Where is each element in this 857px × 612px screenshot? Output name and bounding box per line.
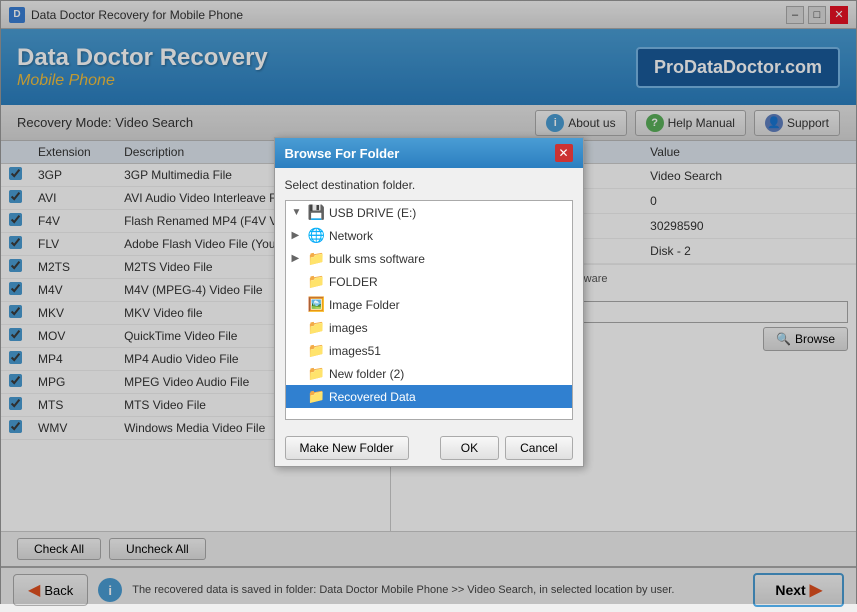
folder-icon: 💾 — [308, 204, 325, 221]
tree-item-label: New folder (2) — [329, 367, 404, 381]
folder-icon: 🖼️ — [308, 296, 325, 313]
list-item[interactable]: 📁 images51 — [286, 339, 572, 362]
dialog-footer: Make New Folder OK Cancel — [275, 430, 583, 466]
ok-button[interactable]: OK — [440, 436, 499, 460]
dialog-body: Select destination folder. ▼ 💾 USB DRIVE… — [275, 168, 583, 430]
list-item[interactable]: 📁 New folder (2) — [286, 362, 572, 385]
list-item[interactable]: 🖼️ Image Folder — [286, 293, 572, 316]
folder-icon: 📁 — [308, 388, 325, 405]
tree-item-label: FOLDER — [329, 275, 378, 289]
folder-icon: 📁 — [308, 365, 325, 382]
folder-icon: 📁 — [308, 342, 325, 359]
dialog-overlay: Browse For Folder ✕ Select destination f… — [0, 0, 857, 604]
list-item[interactable]: 📁 FOLDER — [286, 270, 572, 293]
tree-expand-icon: ▼ — [292, 207, 304, 218]
list-item[interactable]: 📁 Recovered Data — [286, 385, 572, 408]
list-item[interactable]: ▶ 🌐 Network — [286, 224, 572, 247]
dialog-subtitle: Select destination folder. — [285, 178, 573, 192]
list-item[interactable]: ▼ 💾 USB DRIVE (E:) — [286, 201, 572, 224]
folder-tree[interactable]: ▼ 💾 USB DRIVE (E:) ▶ 🌐 Network ▶ 📁 bulk … — [285, 200, 573, 420]
dialog-title-bar: Browse For Folder ✕ — [275, 138, 583, 168]
tree-item-label: USB DRIVE (E:) — [329, 206, 416, 220]
folder-icon: 📁 — [308, 250, 325, 267]
make-new-folder-button[interactable]: Make New Folder — [285, 436, 409, 460]
cancel-button[interactable]: Cancel — [505, 436, 572, 460]
folder-icon: 📁 — [308, 273, 325, 290]
tree-expand-icon: ▶ — [292, 230, 304, 241]
tree-item-label: Image Folder — [329, 298, 400, 312]
list-item[interactable]: 📁 images — [286, 316, 572, 339]
tree-item-label: bulk sms software — [329, 252, 425, 266]
folder-icon: 📁 — [308, 319, 325, 336]
tree-item-label: Recovered Data — [329, 390, 416, 404]
tree-item-label: images — [329, 321, 368, 335]
dialog-title-text: Browse For Folder — [285, 146, 400, 161]
list-item[interactable]: ▶ 📁 bulk sms software — [286, 247, 572, 270]
dialog-close-button[interactable]: ✕ — [555, 144, 573, 162]
browse-folder-dialog: Browse For Folder ✕ Select destination f… — [274, 137, 584, 467]
tree-item-label: images51 — [329, 344, 381, 358]
tree-item-label: Network — [329, 229, 373, 243]
tree-expand-icon: ▶ — [292, 253, 304, 264]
folder-icon: 🌐 — [308, 227, 325, 244]
